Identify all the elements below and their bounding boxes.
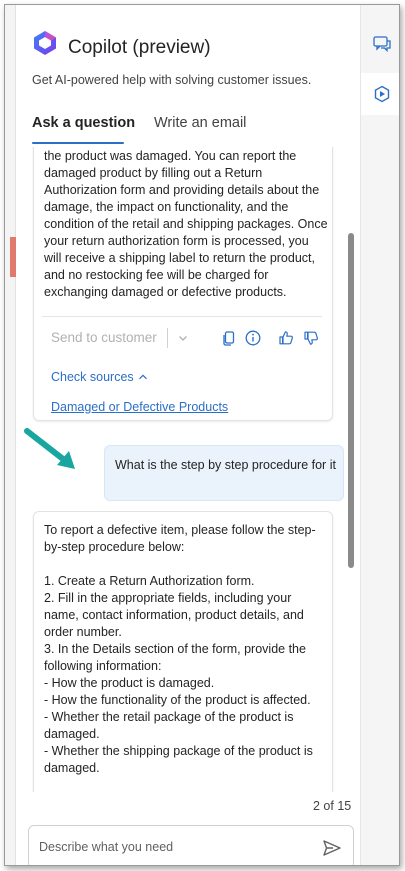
assistant-response-card: the product was damaged. You can report …	[33, 147, 333, 421]
response-bullet: - Whether the shipping package of the pr…	[44, 744, 313, 775]
prompt-input-box[interactable]	[28, 825, 354, 865]
tab-write-an-email[interactable]: Write an email	[154, 115, 246, 131]
app-frame: Copilot (preview) Get AI-powered help wi…	[4, 4, 400, 866]
prompt-input[interactable]	[39, 836, 299, 858]
card-divider	[42, 316, 322, 317]
side-rail	[360, 5, 399, 865]
response-bullet: - How the functionality of the product i…	[44, 693, 311, 707]
panel-title: Copilot (preview)	[68, 37, 211, 58]
response-intro: To report a defective item, please follo…	[44, 523, 316, 554]
response-bullet: - How the product is damaged.	[44, 676, 215, 690]
send-icon[interactable]	[321, 837, 343, 859]
user-message-text: What is the step by step procedure for i…	[115, 458, 336, 472]
assistant-response-card: To report a defective item, please follo…	[33, 511, 333, 792]
check-sources-label: Check sources	[51, 370, 134, 384]
info-icon[interactable]	[244, 329, 262, 347]
left-app-edge	[5, 5, 16, 865]
copilot-rail-icon	[374, 85, 389, 103]
assistant-response-text: To report a defective item, please follo…	[44, 522, 329, 777]
response-step: 2. Fill in the appropriate fields, inclu…	[44, 591, 304, 639]
thumbs-up-icon[interactable]	[277, 329, 295, 347]
copilot-logo-icon	[34, 31, 56, 55]
chat-bubbles-icon	[372, 36, 391, 53]
thumbs-down-icon[interactable]	[302, 329, 320, 347]
chat-scrollbar[interactable]	[348, 233, 354, 568]
panel-subtitle: Get AI-powered help with solving custome…	[32, 73, 312, 87]
active-tab-indicator	[32, 142, 124, 144]
copy-icon[interactable]	[220, 329, 238, 347]
tab-bar: Ask a question Write an email	[32, 111, 352, 145]
source-link[interactable]: Damaged or Defective Products	[51, 400, 228, 414]
user-message-bubble: What is the step by step procedure for i…	[104, 445, 344, 501]
assistant-response-text: the product was damaged. You can report …	[44, 149, 328, 299]
rail-chat-button[interactable]	[361, 23, 399, 65]
split-button-separator	[167, 328, 168, 348]
rail-copilot-button[interactable]	[361, 73, 399, 115]
send-to-customer-button[interactable]: Send to customer	[51, 330, 157, 345]
chevron-up-icon	[138, 374, 147, 380]
response-bullet: - Whether the retail package of the prod…	[44, 710, 294, 741]
tab-ask-a-question[interactable]: Ask a question	[32, 115, 135, 131]
response-page-counter: 2 of 15	[313, 799, 352, 813]
left-accent-bar	[10, 237, 16, 277]
response-step: 1. Create a Return Authorization form.	[44, 574, 255, 588]
response-step: 3. In the Details section of the form, p…	[44, 642, 306, 673]
annotation-arrow-icon	[24, 428, 75, 469]
chevron-down-icon[interactable]	[177, 332, 189, 344]
check-sources-toggle[interactable]: Check sources	[51, 370, 148, 384]
